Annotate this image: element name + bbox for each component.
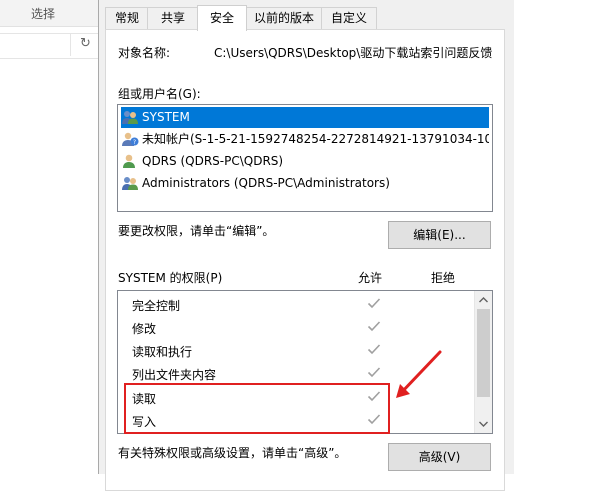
tab-customize[interactable]: 自定义 <box>321 7 377 29</box>
users-icon <box>122 110 138 124</box>
allow-column-header: 允许 <box>358 271 383 285</box>
tab-security[interactable]: 安全 <box>197 5 247 31</box>
permissions-scrollbar[interactable] <box>474 291 492 433</box>
svg-text:?: ? <box>133 139 136 146</box>
highlight-box <box>124 383 390 434</box>
user-item-label: Administrators (QDRS-PC\Administrators) <box>142 176 390 190</box>
user-item-unknown[interactable]: ? 未知帐户(S-1-5-21-1592748254-2272814921-13… <box>121 129 489 150</box>
scroll-down-icon[interactable] <box>478 419 489 429</box>
permission-name: 列出文件夹内容 <box>132 368 217 382</box>
user-item-system[interactable]: SYSTEM <box>121 107 489 128</box>
scrollbar-thumb[interactable] <box>477 309 490 397</box>
deny-column-header: 拒绝 <box>431 271 456 285</box>
user-item-label: 未知帐户(S-1-5-21-1592748254-2272814921-1379… <box>142 132 489 146</box>
user-item-administrators[interactable]: Administrators (QDRS-PC\Administrators) <box>121 173 489 194</box>
user-list[interactable]: SYSTEM ? 未知帐户(S-1-5-21-1592748254-227281… <box>117 104 493 212</box>
tab-sharing[interactable]: 共享 <box>147 7 199 29</box>
checkmark-icon <box>367 321 381 332</box>
tab-general[interactable]: 常规 <box>105 7 149 29</box>
unknown-user-icon: ? <box>122 132 139 146</box>
arrow-annotation <box>396 350 442 398</box>
user-item-qdrs[interactable]: QDRS (QDRS-PC\QDRS) <box>121 151 489 172</box>
edit-button[interactable]: 编辑(E)... <box>388 221 491 249</box>
tab-previous-versions[interactable]: 以前的版本 <box>245 7 323 29</box>
users-icon <box>122 176 138 190</box>
ribbon-select-label[interactable]: 选择 <box>31 5 55 22</box>
refresh-icon[interactable]: ↻ <box>80 36 91 51</box>
advanced-hint: 有关特殊权限或高级设置，请单击“高级”。 <box>118 446 347 460</box>
user-icon <box>123 154 135 168</box>
object-name-label: 对象名称: <box>118 46 171 60</box>
checkmark-icon <box>367 344 381 355</box>
permission-name: 完全控制 <box>132 299 181 313</box>
permission-row: 完全控制 <box>118 293 475 316</box>
permission-name: 读取和执行 <box>132 345 193 359</box>
checkmark-icon <box>367 298 381 309</box>
explorer-ribbon: 选择 <box>0 0 98 27</box>
group-users-label: 组或用户名(G): <box>118 87 201 101</box>
permission-row: 修改 <box>118 316 475 339</box>
advanced-button[interactable]: 高级(V) <box>388 443 491 471</box>
user-item-label: SYSTEM <box>142 110 190 124</box>
desktop-background <box>514 0 600 474</box>
user-item-label: QDRS (QDRS-PC\QDRS) <box>142 154 284 168</box>
explorer-background: 选择 ↻ <box>0 0 98 474</box>
checkmark-icon <box>367 367 381 378</box>
object-name-value: C:\Users\QDRS\Desktop\驱动下载站索引问题反馈 <box>214 46 493 60</box>
change-permissions-hint: 要更改权限，请单击“编辑”。 <box>118 224 275 238</box>
permission-name: 修改 <box>132 322 157 336</box>
permissions-label: SYSTEM 的权限(P) <box>118 271 223 285</box>
scroll-up-icon[interactable] <box>478 295 489 305</box>
address-divider <box>70 34 71 56</box>
